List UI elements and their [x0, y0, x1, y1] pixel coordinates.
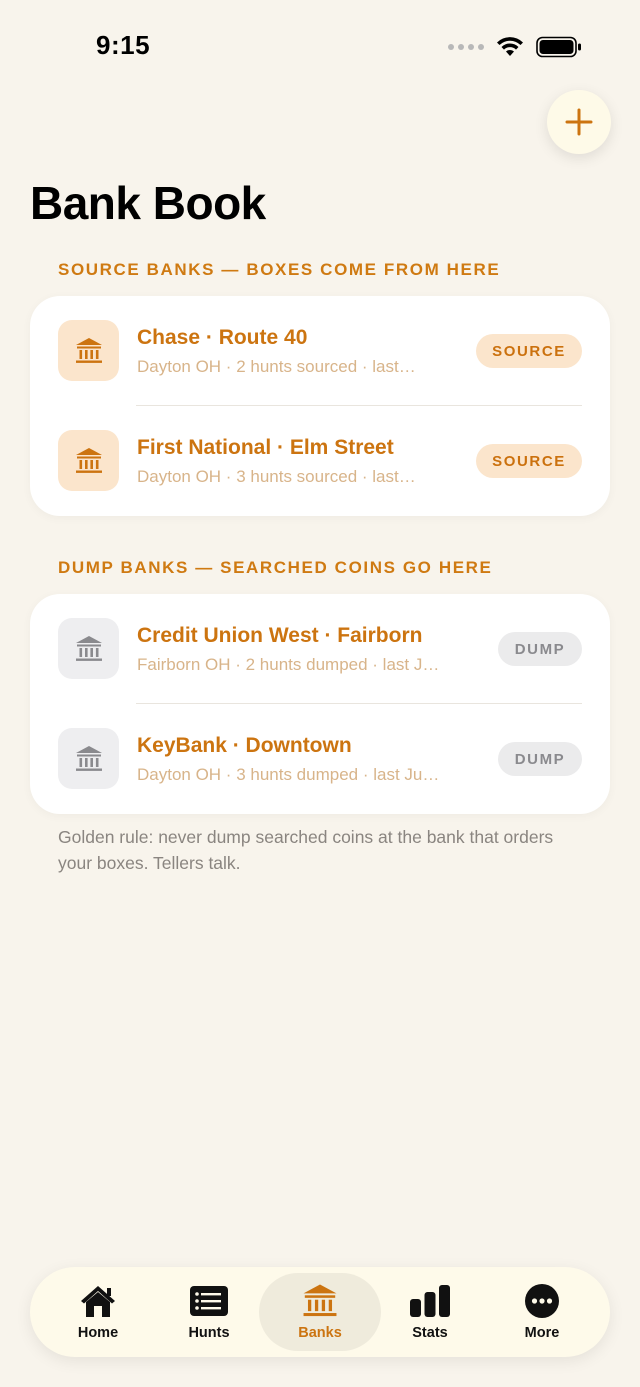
dump-banks-card: Credit Union West · Fairborn Fairborn OH… [30, 594, 610, 814]
tab-stats[interactable]: Stats [374, 1273, 486, 1351]
plus-icon [565, 108, 593, 136]
list-item[interactable]: Chase · Route 40 Dayton OH · 2 hunts sou… [30, 296, 610, 406]
bar-chart-icon [409, 1283, 451, 1319]
source-banks-card: Chase · Route 40 Dayton OH · 2 hunts sou… [30, 296, 610, 516]
bank-details: Fairborn OH · 2 hunts dumped · last J… [137, 655, 440, 674]
source-section-header: SOURCE BANKS — BOXES COME FROM HERE [58, 260, 501, 279]
bank-details: Dayton OH · 2 hunts sourced · last… [137, 357, 416, 376]
house-icon [78, 1283, 118, 1319]
bank-name: Chase · Route 40 [137, 326, 308, 349]
dump-section-header: DUMP BANKS — SEARCHED COINS GO HERE [58, 558, 493, 577]
tab-home[interactable]: Home [42, 1273, 154, 1351]
list-item[interactable]: Credit Union West · Fairborn Fairborn OH… [30, 594, 610, 704]
source-badge: SOURCE [476, 444, 582, 478]
tab-label: Stats [412, 1325, 448, 1341]
bank-details: Dayton OH · 3 hunts sourced · last… [137, 467, 416, 486]
bank-name: KeyBank · Downtown [137, 734, 352, 757]
tab-more[interactable]: More [486, 1273, 598, 1351]
dump-badge: DUMP [498, 742, 582, 776]
tab-label: Hunts [188, 1325, 230, 1341]
list-icon [189, 1283, 229, 1319]
ellipsis-circle-icon [524, 1283, 560, 1319]
bank-icon [58, 320, 119, 381]
battery-icon [536, 36, 581, 58]
cellular-signal-icon [448, 44, 484, 50]
bank-name: Credit Union West · Fairborn [137, 624, 423, 647]
tab-bar: Home Hunts Banks Stats More [30, 1267, 610, 1357]
tab-label: More [524, 1325, 560, 1341]
source-badge: SOURCE [476, 334, 582, 368]
bank-icon [58, 728, 119, 789]
bank-icon [301, 1283, 339, 1319]
bank-icon [58, 618, 119, 679]
dump-badge: DUMP [498, 632, 582, 666]
tab-banks[interactable]: Banks [259, 1273, 381, 1351]
page-title: Bank Book [30, 177, 266, 229]
bank-details: Dayton OH · 3 hunts dumped · last Ju… [137, 765, 440, 784]
status-time: 9:15 [96, 30, 151, 60]
footnote: Golden rule: never dump searched coins a… [58, 827, 554, 873]
bank-name: First National · Elm Street [137, 436, 394, 459]
list-item[interactable]: First National · Elm Street Dayton OH · … [30, 406, 610, 516]
status-bar: 9:15 [0, 0, 640, 94]
add-bank-button[interactable] [547, 90, 611, 154]
tab-label: Home [77, 1325, 119, 1341]
wifi-icon [497, 37, 523, 56]
tab-hunts[interactable]: Hunts [153, 1273, 265, 1351]
status-indicators [448, 36, 582, 58]
tab-label: Banks [298, 1325, 342, 1341]
list-item[interactable]: KeyBank · Downtown Dayton OH · 3 hunts d… [30, 704, 610, 814]
bank-icon [58, 430, 119, 491]
